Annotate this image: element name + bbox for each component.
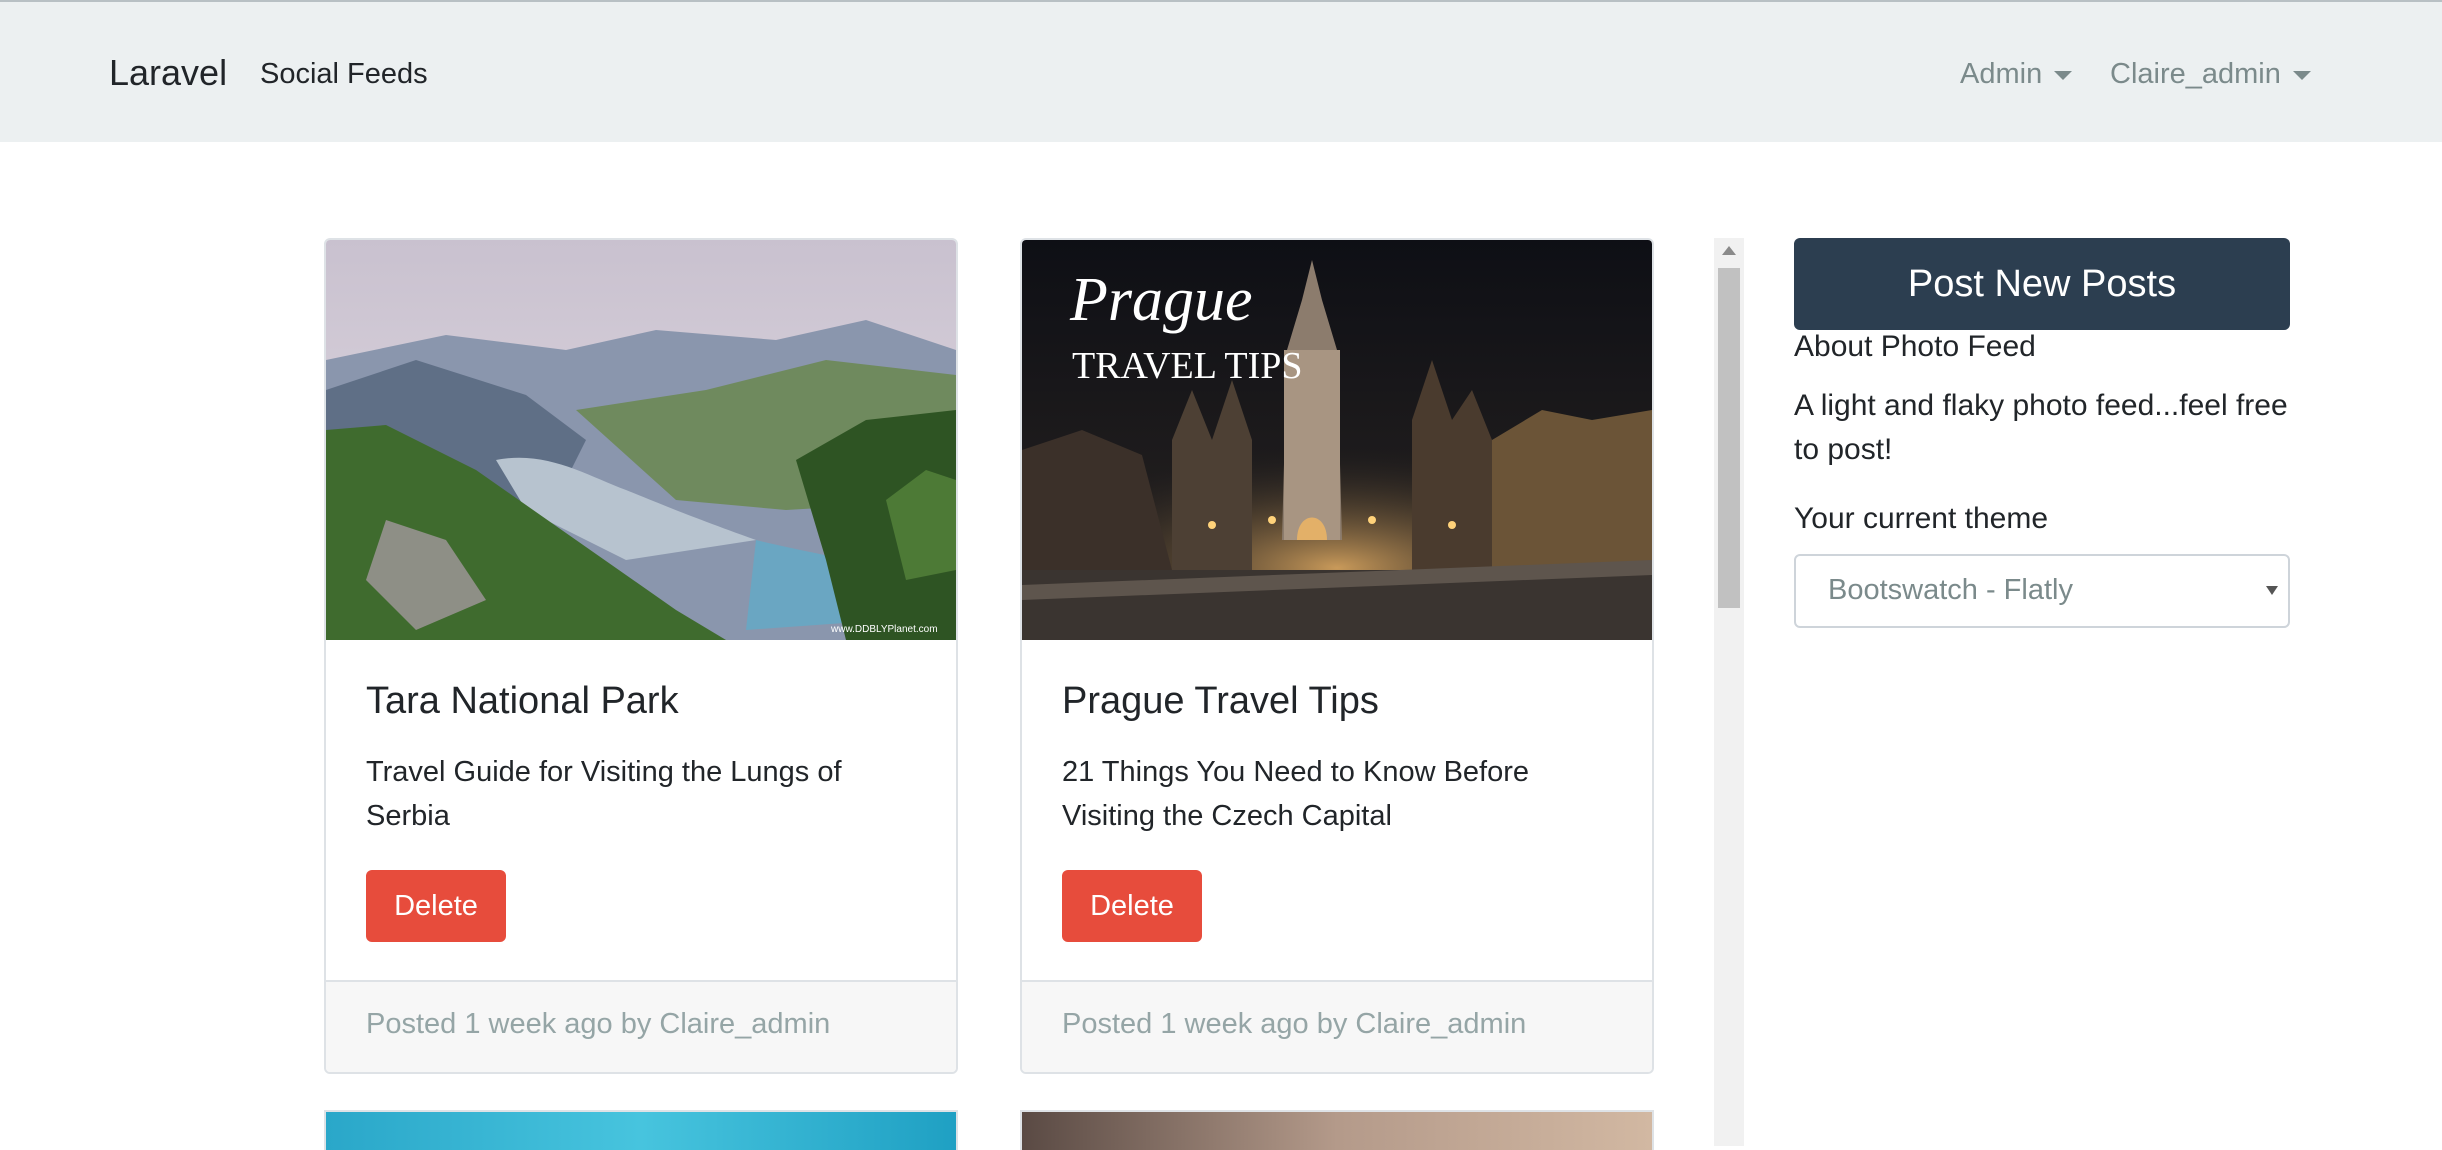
post-meta: Posted 1 week ago by Claire_admin xyxy=(1062,1008,1527,1040)
admin-dropdown-label: Admin xyxy=(1960,58,2043,90)
post-title: Prague Travel Tips xyxy=(1062,680,1379,722)
chevron-down-icon xyxy=(2266,586,2278,595)
post-card-partial xyxy=(1020,1110,1654,1150)
scroll-thumb[interactable] xyxy=(1718,268,1740,608)
scroll-up-arrow-icon[interactable] xyxy=(1722,246,1736,255)
post-new-posts-button[interactable]: Post New Posts xyxy=(1794,238,2290,330)
post-footer: Posted 1 week ago by Claire_admin xyxy=(1022,980,1652,1072)
post-meta: Posted 1 week ago by Claire_admin xyxy=(366,1008,831,1040)
post-title: Tara National Park xyxy=(366,680,679,722)
user-dropdown[interactable]: Claire_admin xyxy=(2110,58,2311,91)
post-footer: Posted 1 week ago by Claire_admin xyxy=(326,980,956,1072)
post-image: www.DDBLYPlanet.com xyxy=(326,240,956,640)
chevron-down-icon xyxy=(2054,70,2073,80)
delete-button[interactable]: Delete xyxy=(366,870,506,942)
theme-label: Your current theme xyxy=(1794,502,2049,535)
post-description: 21 Things You Need to Know Before Visiti… xyxy=(1062,756,1530,832)
theme-select-value: Bootswatch - Flatly xyxy=(1828,574,2073,606)
post-image: Prague TRAVEL TIPS xyxy=(1022,240,1652,640)
top-navbar: Laravel Social Feeds Admin Claire_admin xyxy=(0,0,2442,142)
navbar-brand[interactable]: Laravel xyxy=(109,52,227,94)
admin-dropdown[interactable]: Admin xyxy=(1960,58,2073,91)
delete-button[interactable]: Delete xyxy=(1062,870,1202,942)
user-dropdown-label: Claire_admin xyxy=(2110,58,2281,90)
image-watermark: www.DDBLYPlanet.com xyxy=(830,624,938,635)
about-title: About Photo Feed xyxy=(1794,330,2036,363)
image-text-prague: Prague xyxy=(1069,266,1253,334)
about-text: A light and flaky photo feed...feel free… xyxy=(1794,389,2288,466)
nav-link-social-feeds[interactable]: Social Feeds xyxy=(260,58,428,91)
post-card-partial xyxy=(324,1110,958,1150)
image-text-travel-tips: TRAVEL TIPS xyxy=(1072,345,1303,387)
post-card: Prague TRAVEL TIPS Prague Travel Tips 21… xyxy=(1020,238,1654,1074)
feed-scrollbar[interactable] xyxy=(1714,238,1744,1146)
post-card: www.DDBLYPlanet.com Tara National Park T… xyxy=(324,238,958,1074)
chevron-down-icon xyxy=(2292,70,2311,80)
theme-select[interactable]: Bootswatch - Flatly xyxy=(1794,554,2290,628)
post-description: Travel Guide for Visiting the Lungs of S… xyxy=(366,756,842,832)
